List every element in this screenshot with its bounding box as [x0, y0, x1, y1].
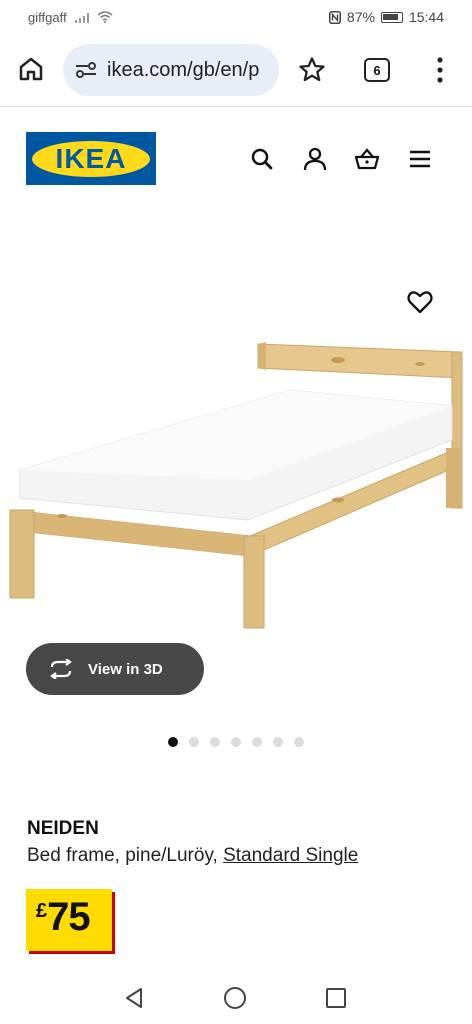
toolbar-divider: [0, 106, 472, 107]
carrier-label: giffgaff: [28, 9, 67, 25]
gallery-dot[interactable]: [189, 737, 199, 747]
hamburger-menu-icon[interactable]: [407, 146, 433, 172]
system-navigation-bar: [0, 970, 472, 1024]
ikea-logo[interactable]: IKEA: [26, 132, 156, 185]
search-icon[interactable]: [249, 146, 275, 172]
size-link[interactable]: Standard Single: [223, 845, 358, 866]
url-text: ikea.com/gb/en/p: [107, 58, 260, 81]
address-bar[interactable]: ikea.com/gb/en/p: [63, 44, 279, 96]
price-amount: 75: [47, 895, 90, 939]
gallery-pagination[interactable]: [168, 737, 304, 747]
more-menu-icon[interactable]: [432, 56, 448, 84]
favourite-heart-icon[interactable]: [406, 288, 434, 316]
gallery-dot[interactable]: [210, 737, 220, 747]
battery-icon: [380, 11, 403, 23]
recent-apps-icon[interactable]: [326, 988, 346, 1008]
rotate-3d-icon: [50, 659, 72, 679]
wifi-icon: [97, 11, 113, 23]
view-in-3d-button[interactable]: View in 3D: [26, 643, 204, 695]
signal-icon: [74, 12, 89, 23]
product-name: NEIDEN: [27, 818, 99, 839]
status-bar: giffgaff 87% 15:44: [0, 0, 472, 34]
home-circle-icon[interactable]: [224, 987, 246, 1009]
back-icon[interactable]: [122, 986, 146, 1010]
tab-count: 6: [373, 62, 381, 78]
shopping-basket-icon[interactable]: [354, 146, 380, 172]
bookmark-star-icon[interactable]: [298, 56, 326, 84]
home-icon[interactable]: [18, 56, 44, 82]
product-image-bed: [9, 342, 463, 629]
gallery-dot[interactable]: [231, 737, 241, 747]
site-header: IKEA: [0, 108, 472, 208]
gallery-dot[interactable]: [252, 737, 262, 747]
browser-toolbar: ikea.com/gb/en/p 6: [0, 38, 472, 104]
price-currency: £: [36, 900, 48, 922]
product-description: Bed frame, pine/Luröy, Standard Single: [27, 845, 359, 866]
clock: 15:44: [408, 9, 444, 25]
gallery-dot[interactable]: [168, 737, 178, 747]
battery-percent: 87%: [346, 9, 375, 25]
site-settings-icon[interactable]: [75, 61, 97, 79]
tab-switcher-button[interactable]: 6: [364, 58, 390, 82]
price-tag: £ 75: [26, 889, 112, 951]
nfc-icon: [328, 10, 341, 24]
gallery-dot[interactable]: [294, 737, 304, 747]
view-in-3d-label: View in 3D: [88, 660, 163, 678]
gallery-dot[interactable]: [273, 737, 283, 747]
account-icon[interactable]: [302, 146, 328, 172]
